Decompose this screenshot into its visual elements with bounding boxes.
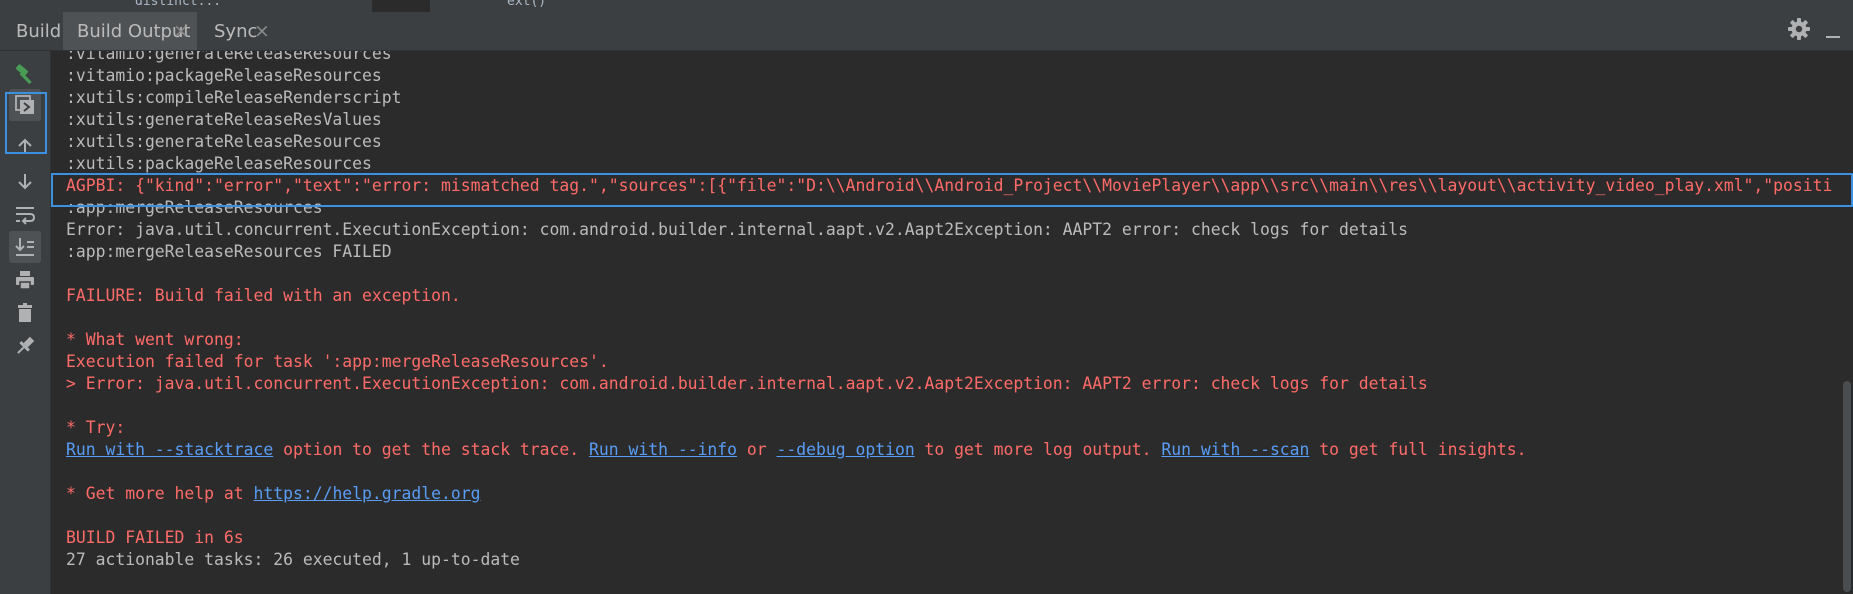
console-line: > Error: java.util.concurrent.ExecutionE… [66, 374, 1428, 393]
console-link[interactable]: --debug option [777, 440, 915, 459]
gear-icon[interactable] [1787, 17, 1811, 41]
console-line: 27 actionable tasks: 26 executed, 1 up-t… [66, 550, 520, 569]
close-icon[interactable]: × [173, 20, 189, 42]
close-icon[interactable]: × [254, 20, 270, 42]
build-tool-window-header: Build: Build Output × Sync × [0, 12, 1853, 51]
console-line: :app:mergeReleaseResources FAILED [66, 242, 392, 261]
console-line: :app:mergeReleaseResources [66, 198, 323, 217]
editor-fragment-right: ext() [507, 0, 547, 9]
console-line: :vitamio:packageReleaseResources [66, 66, 382, 85]
console-text: or [737, 440, 777, 459]
console-line: Execution failed for task ':app:mergeRel… [66, 352, 609, 371]
console-text: option to get the stack trace. [273, 440, 590, 459]
hammer-icon[interactable] [9, 58, 41, 90]
editor-fragment-left: distinct... [135, 0, 222, 9]
editor-tab-strip-right [430, 0, 1853, 12]
tab-sync[interactable]: Sync × [199, 12, 279, 50]
console-line: * Try: [66, 418, 126, 437]
arrow-down-icon[interactable] [9, 165, 41, 197]
editor-top-strip: distinct... ext() [0, 0, 1853, 12]
console-line: Run with --stacktrace option to get the … [66, 439, 1527, 461]
console-link[interactable]: Run with --stacktrace [66, 440, 273, 459]
console-view-icon[interactable] [9, 89, 41, 121]
console-line: :xutils:generateReleaseResources [66, 132, 382, 151]
console-link[interactable]: Run with --info [589, 440, 737, 459]
soft-wrap-icon[interactable] [9, 198, 41, 230]
tab-sync-label: Sync [214, 21, 258, 42]
pin-icon[interactable] [9, 330, 41, 362]
console-text: to get full insights. [1309, 440, 1527, 459]
console-line: :vitamio:generateReleaseResources [66, 51, 392, 63]
console-text: * Get more help at [66, 484, 254, 503]
console-line: :xutils:compileReleaseRenderscript [66, 88, 402, 107]
build-label: Build: [16, 21, 68, 42]
scroll-to-end-icon[interactable] [9, 231, 41, 263]
console-line: Error: java.util.concurrent.ExecutionExc… [66, 220, 1409, 239]
print-icon[interactable] [9, 264, 41, 296]
build-toolbar [0, 51, 51, 594]
console-line: * Get more help at https://help.gradle.o… [66, 483, 480, 505]
error-json-line: AGPBI: {"kind":"error","text":"error: mi… [66, 176, 1833, 195]
console-link[interactable]: Run with --scan [1161, 440, 1309, 459]
console-text: to get more log output. [914, 440, 1162, 459]
console-line: * What went wrong: [66, 330, 244, 349]
minimize-icon[interactable] [1826, 36, 1840, 38]
console-line: FAILURE: Build failed with an exception. [66, 286, 461, 305]
console-link[interactable]: https://help.gradle.org [254, 484, 481, 503]
console-line: :xutils:packageReleaseResources [66, 154, 372, 173]
trash-icon[interactable] [9, 297, 41, 329]
vertical-scrollbar[interactable] [1843, 381, 1851, 592]
console-line: BUILD FAILED in 6s [66, 528, 244, 547]
console-line: :xutils:generateReleaseResValues [66, 110, 382, 129]
build-console-output[interactable]: :vitamio:generateReleaseResources :vitami… [51, 51, 1853, 594]
arrow-up-icon[interactable] [9, 131, 41, 163]
tab-build-output[interactable]: Build Output × [63, 12, 197, 50]
